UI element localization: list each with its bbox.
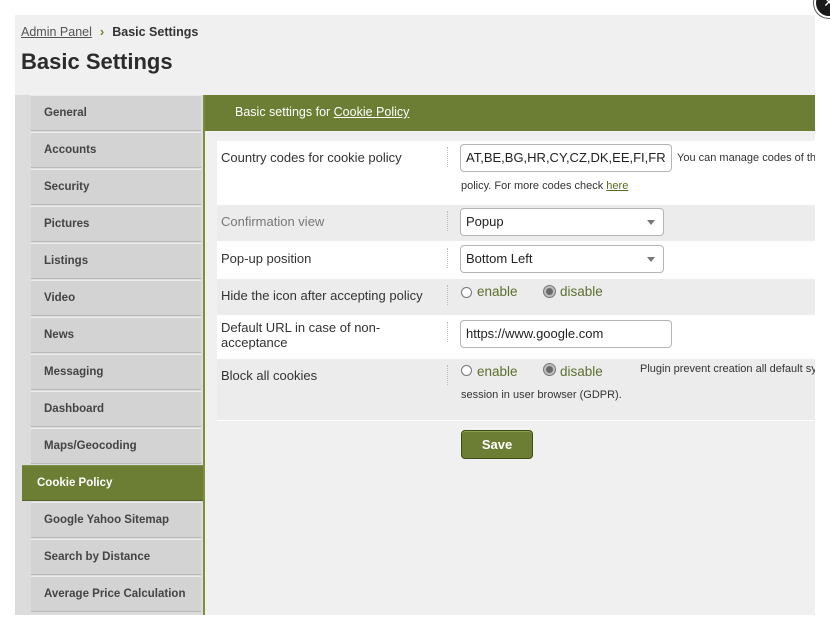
popup-position-label: Pop-up position [221, 251, 312, 266]
sidebar-item-pictures[interactable]: Pictures [31, 206, 201, 242]
chevron-down-icon [647, 257, 655, 262]
block-cookies-disable-radio[interactable] [544, 364, 555, 375]
country-codes-input[interactable]: AT,BE,BG,HR,CY,CZ,DK,EE,FI,FR [460, 144, 672, 172]
more-codes-link[interactable]: here [606, 180, 628, 192]
sidebar-item-search-by-distance[interactable]: Search by Distance [31, 539, 201, 575]
popup-position-value: Bottom Left [466, 251, 533, 266]
default-url-label: Default URL in case of non- acceptance [221, 320, 380, 350]
hide-icon-row: Hide the icon after accepting policy ena… [217, 279, 815, 316]
sidebar: General Accounts Security Pictures Listi… [15, 95, 203, 615]
settings-panel: Basic settings for Cookie Policy Country… [203, 95, 815, 615]
block-cookies-note-line2: session in user browser (GDPR). [461, 389, 622, 401]
breadcrumb: Admin Panel › Basic Settings [21, 24, 198, 39]
page-title: Basic Settings [21, 49, 173, 74]
sidebar-item-security[interactable]: Security [31, 169, 201, 205]
divider [447, 248, 448, 268]
block-cookies-enable-radio[interactable] [461, 365, 472, 376]
panel-header-text: Basic settings for [235, 105, 334, 119]
confirmation-view-value: Popup [466, 214, 504, 229]
hide-icon-disable-label[interactable]: disable [560, 284, 603, 299]
divider [447, 147, 448, 167]
sidebar-item-cookie-policy[interactable]: Cookie Policy [22, 465, 203, 501]
panel-header: Basic settings for Cookie Policy [205, 95, 815, 131]
divider [447, 211, 448, 231]
hide-icon-enable-radio[interactable] [461, 287, 472, 298]
hide-icon-enable-label[interactable]: enable [477, 284, 518, 299]
divider [447, 322, 448, 342]
sidebar-item-google-yahoo-sitemap[interactable]: Google Yahoo Sitemap [31, 502, 201, 538]
country-codes-note: You can manage codes of th [677, 152, 815, 164]
country-codes-row: Country codes for cookie policy AT,BE,BG… [217, 141, 815, 205]
sidebar-item-video[interactable]: Video [31, 280, 201, 316]
confirmation-view-select[interactable]: Popup [460, 208, 664, 236]
sidebar-item-maps-geocoding[interactable]: Maps/Geocoding [31, 428, 201, 464]
sidebar-item-accounts[interactable]: Accounts [31, 132, 201, 168]
divider [447, 365, 448, 385]
admin-page: Admin Panel › Basic Settings Basic Setting… [15, 15, 815, 615]
hide-icon-label: Hide the icon after accepting policy [221, 288, 423, 303]
sidebar-item-dashboard[interactable]: Dashboard [31, 391, 201, 427]
sidebar-item-average-price-calculation[interactable]: Average Price Calculation [31, 576, 201, 612]
block-cookies-enable-label[interactable]: enable [477, 364, 518, 379]
block-cookies-note: Plugin prevent creation all default sy [640, 363, 815, 375]
country-codes-label: Country codes for cookie policy [221, 150, 402, 165]
popup-position-row: Pop-up position Bottom Left [217, 242, 815, 279]
close-icon[interactable]: ✕ [814, 0, 830, 18]
save-button[interactable]: Save [461, 430, 533, 459]
default-url-input[interactable]: https://www.google.com [460, 320, 672, 348]
chevron-right-icon: › [99, 24, 105, 39]
block-cookies-disable-label[interactable]: disable [560, 364, 603, 379]
country-codes-note-line2: policy. For more codes check here [461, 180, 628, 192]
default-url-row: Default URL in case of non- acceptance h… [217, 316, 815, 359]
country-codes-note-text: policy. For more codes check [461, 180, 607, 192]
sidebar-item-general[interactable]: General [31, 95, 201, 131]
block-cookies-label: Block all cookies [221, 368, 318, 383]
block-cookies-row: Block all cookies enable disable Plugin … [217, 359, 815, 421]
hide-icon-disable-radio[interactable] [544, 286, 555, 297]
divider [447, 285, 448, 305]
breadcrumb-current: Basic Settings [112, 25, 199, 39]
chevron-down-icon [647, 220, 655, 225]
breadcrumb-admin-panel-link[interactable]: Admin Panel [21, 25, 92, 39]
sidebar-item-listings[interactable]: Listings [31, 243, 201, 279]
sidebar-item-messaging[interactable]: Messaging [31, 354, 201, 390]
confirmation-view-label: Confirmation view [221, 214, 325, 229]
confirmation-view-row: Confirmation view Popup [217, 205, 815, 242]
default-url-label-line1: Default URL in case of non- [221, 320, 381, 335]
cookie-policy-link[interactable]: Cookie Policy [334, 105, 410, 119]
default-url-label-line2: acceptance [221, 335, 288, 350]
sidebar-item-news[interactable]: News [31, 317, 201, 353]
popup-position-select[interactable]: Bottom Left [460, 245, 664, 273]
